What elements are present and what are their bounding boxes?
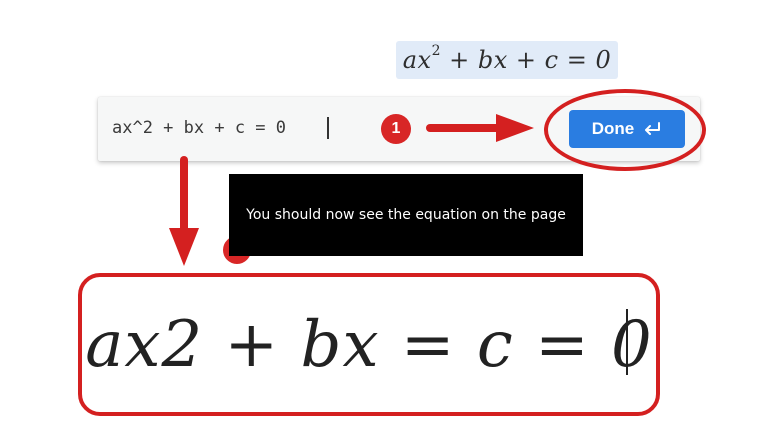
- text-caret: [626, 309, 628, 375]
- preview-base: ax: [402, 46, 432, 74]
- preview-equation: ax2 + bx + c = 0: [402, 43, 612, 74]
- instruction-caption: You should now see the equation on the p…: [229, 174, 583, 256]
- rendered-equation-preview[interactable]: ax2 + bx + c = 0: [396, 41, 618, 79]
- done-button[interactable]: Done: [569, 110, 685, 148]
- latex-input[interactable]: [112, 113, 362, 143]
- result-equation: ax2 + bx = c = 0: [85, 307, 653, 382]
- step-1-badge: 1: [381, 114, 411, 144]
- enter-return-icon: [642, 121, 662, 137]
- result-zoom-box: ax2 + bx = c = 0: [78, 273, 660, 416]
- text-caret: [327, 117, 329, 139]
- done-label: Done: [591, 119, 635, 138]
- arrow-down-icon: [169, 156, 199, 266]
- preview-exponent: 2: [431, 43, 442, 59]
- caption-text: You should now see the equation on the p…: [246, 207, 566, 223]
- preview-rest: + bx + c = 0: [441, 46, 612, 74]
